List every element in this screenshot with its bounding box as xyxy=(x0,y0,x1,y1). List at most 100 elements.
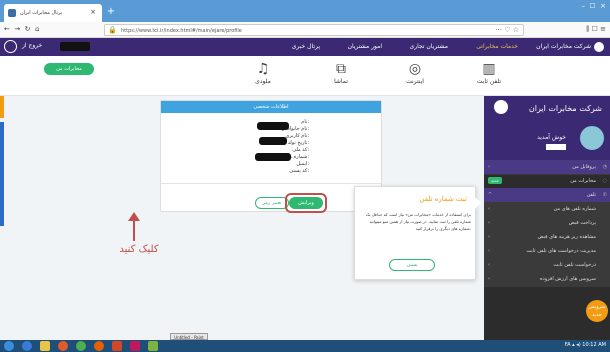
nav-buttons[interactable]: ← → ↻ ⌂ xyxy=(4,25,64,35)
submenu-label: اینترنت xyxy=(406,78,424,85)
logo-text: شرکت مخابرات ایران xyxy=(536,43,591,50)
sidebar-item-bill-details[interactable]: مشاهده ریز هزینه های قبض ‹ xyxy=(484,230,610,245)
folder-icon[interactable] xyxy=(40,341,50,351)
browser-tab-bar: پرتال مخابرات ایران × + – ☐ × xyxy=(0,0,610,22)
logout-link[interactable]: خروج از xyxy=(22,42,42,49)
menu-business-customers[interactable]: مشتریان تجاری xyxy=(410,43,448,50)
submenu-tamasha[interactable]: ⧉ تماشا xyxy=(306,60,376,85)
chrome-icon[interactable] xyxy=(76,341,86,351)
personal-info-card: اطلاعات شخصی نام: نام خانوادگی: نام کارب… xyxy=(160,100,382,213)
phone-icon: ✆ xyxy=(602,192,607,198)
card-divider xyxy=(161,183,381,184)
submenu-landline[interactable]: ▥ تلفن ثابت xyxy=(454,60,524,85)
lock-icon: 🔒 xyxy=(108,26,117,34)
redacted-name xyxy=(546,144,566,150)
popup-close-button[interactable]: بستن xyxy=(389,259,435,271)
register-phone-popup: ثبت شماره تلفن برای استفاده از خدمات «مخ… xyxy=(354,186,481,280)
gear-icon: ◌ xyxy=(602,178,607,184)
menu-customer-affairs[interactable]: امور مشتریان xyxy=(348,43,382,50)
chevron-left-icon: ‹ xyxy=(488,248,490,254)
powerpoint-icon[interactable] xyxy=(112,341,122,351)
chevron-up-icon: ^ xyxy=(488,192,493,198)
sidebar-item-label: درخواست تلفن ثابت xyxy=(553,262,596,268)
sidebar-item-label: مدیریت درخواست های تلفن ثابت xyxy=(526,248,596,254)
submenu-label: ملودی xyxy=(255,78,271,85)
submenu-label: تماشا xyxy=(334,78,348,85)
chevron-left-icon: ‹ xyxy=(488,276,490,282)
new-tab-icon[interactable]: + xyxy=(104,6,118,18)
sidebar-item-label: پرداخت قبض xyxy=(568,220,596,226)
redacted-value xyxy=(255,153,291,161)
globe-icon: ◎ xyxy=(408,61,422,77)
welcome-text: خوش آمدید xyxy=(537,134,566,141)
submenu-melody[interactable]: ♫ ملودی xyxy=(228,60,298,85)
card-title: اطلاعات شخصی xyxy=(161,101,381,113)
change-password-button[interactable]: تغییر رمز xyxy=(255,197,289,209)
app-icon[interactable] xyxy=(148,341,158,351)
sidebar-item-label: سرویس های ارزش افزوده xyxy=(539,276,596,282)
chevron-left-icon: ‹ xyxy=(488,220,490,226)
chevron-left-icon: ‹ xyxy=(488,206,490,212)
submenu-internet[interactable]: ◎ اینترنت xyxy=(380,60,450,85)
ie-icon[interactable] xyxy=(22,341,32,351)
sidebar-item-vas[interactable]: سرویس های ارزش افزوده ‹ xyxy=(484,272,610,287)
media-icon[interactable] xyxy=(58,341,68,351)
browser-nav-bar: ← → ↻ ⌂ 🔒 https://www.tci.ir/index.html#… xyxy=(0,22,610,38)
sidebar-item-label: مشاهده ریز هزینه های قبض xyxy=(537,234,596,240)
browser-menu-icons[interactable]: ⫼ ☐ ≡ xyxy=(546,25,606,35)
browser-tab[interactable]: پرتال مخابرات ایران × xyxy=(4,4,102,22)
system-tray[interactable]: FA ▴ ◂) 10:12 AM xyxy=(565,342,606,348)
site-logo[interactable]: شرکت مخابرات ایران xyxy=(524,40,604,54)
brand-icon xyxy=(494,100,508,114)
sidebar-item-landline-request[interactable]: درخواست تلفن ثابت ‹ xyxy=(484,258,610,273)
url-text: https://www.tci.ir/index.html#/main/ejar… xyxy=(121,28,242,34)
tab-title: پرتال مخابرات ایران xyxy=(20,10,63,16)
service-submenu: ▥ تلفن ثابت ◎ اینترنت ⧉ تماشا ♫ ملودی مخ… xyxy=(0,56,610,96)
submenu-label: تلفن ثابت xyxy=(476,78,502,85)
sidebar-profile: شرکت مخابرات ایران خوش آمدید xyxy=(484,96,610,160)
window-controls[interactable]: – ☐ × xyxy=(566,2,606,14)
side-strip-blue xyxy=(0,122,4,226)
my-telecom-button[interactable]: مخابرات من xyxy=(44,63,94,75)
new-service-button[interactable]: سرویس جدید xyxy=(586,300,608,322)
chevron-left-icon: ‹ xyxy=(488,234,490,240)
taskbar: FA ▴ ◂) 10:12 AM xyxy=(0,340,610,352)
arrow-up-icon xyxy=(128,212,140,241)
menu-news-portal[interactable]: پرتال خبری xyxy=(292,43,320,50)
paint-icon[interactable] xyxy=(130,341,140,351)
sidebar-item-phone[interactable]: ✆ تلفن ^ xyxy=(484,188,610,203)
user-icon[interactable] xyxy=(4,40,17,53)
edit-button[interactable]: ویرایش xyxy=(289,197,323,209)
chevron-left-icon: ‹ xyxy=(488,164,490,170)
paint-window-tab[interactable]: Untitled - Paint xyxy=(170,333,208,340)
address-bar[interactable]: 🔒 https://www.tci.ir/index.html#/main/ej… xyxy=(104,24,524,36)
sidebar-item-my-numbers[interactable]: شماره تلفن های من ‹ xyxy=(484,202,610,217)
field-email: ایمیل: xyxy=(296,161,309,167)
redacted-username xyxy=(60,42,90,51)
sidebar-item-label: مخابرات من xyxy=(570,178,596,184)
sidebar-item-profile[interactable]: ◔ پروفایل من ‹ xyxy=(484,160,610,175)
user-icon: ◔ xyxy=(602,164,607,170)
site-favicon-icon xyxy=(8,9,16,17)
start-icon[interactable] xyxy=(4,341,14,351)
tv-icon: ⧉ xyxy=(336,61,346,77)
sidebar-item-manage-requests[interactable]: مدیریت درخواست های تلفن ثابت ‹ xyxy=(484,244,610,259)
sidebar-item-pay-bill[interactable]: پرداخت قبض ‹ xyxy=(484,216,610,231)
menu-telecom-services[interactable]: خدمات مخابراتی xyxy=(476,43,518,50)
popup-title: ثبت شماره تلفن xyxy=(419,195,467,203)
logo-icon xyxy=(594,41,604,52)
redacted-value xyxy=(259,137,287,145)
close-tab-icon[interactable]: × xyxy=(90,8,96,16)
phone-icon: ▥ xyxy=(482,61,496,77)
redacted-value xyxy=(257,122,289,130)
sidebar-item-my-telecom[interactable]: ◌ مخابرات من جدید xyxy=(484,174,610,189)
bookmark-icon[interactable]: ··· ♡ ☆ xyxy=(495,26,519,34)
click-here-annotation: کلیک کنید xyxy=(119,244,159,255)
sidebar-item-label: تلفن xyxy=(586,192,596,198)
popup-pointer xyxy=(475,197,481,209)
site-header: شرکت مخابرات ایران خدمات مخابراتی مشتریا… xyxy=(0,38,610,56)
avatar[interactable] xyxy=(580,126,604,150)
sidebar-item-label: شماره تلفن های من xyxy=(553,206,596,212)
firefox-icon[interactable] xyxy=(94,341,104,351)
music-icon: ♫ xyxy=(256,61,270,77)
